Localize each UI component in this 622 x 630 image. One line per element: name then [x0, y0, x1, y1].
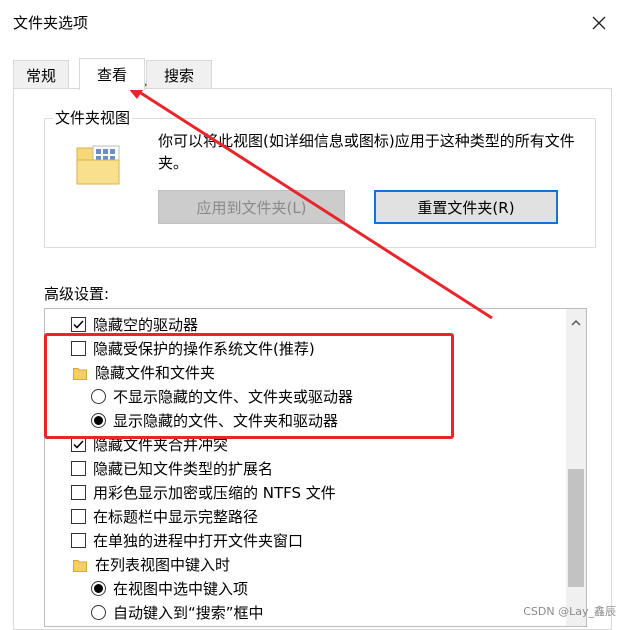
checkbox-option[interactable]: 隐藏空的驱动器	[71, 312, 198, 336]
option-label: 在视图中选中键入项	[113, 579, 249, 598]
tab-search[interactable]: 搜索	[146, 60, 212, 89]
checkmark-icon	[73, 439, 84, 449]
reset-folders-button[interactable]: 重置文件夹(R)	[374, 190, 558, 224]
close-icon	[592, 16, 606, 30]
option-label: 在标题栏中显示完整路径	[93, 507, 259, 526]
folder-icon	[73, 366, 87, 380]
checkbox-option[interactable]: 在单独的进程中打开文件夹窗口	[71, 528, 303, 552]
title-bar: 文件夹选项	[0, 0, 622, 46]
radio-option[interactable]: 不显示隐藏的文件、文件夹或驱动器	[91, 384, 353, 408]
folder-view-legend: 文件夹视图	[53, 107, 133, 128]
option-label: 在列表视图中键入时	[95, 555, 231, 574]
scroll-up-button[interactable]	[566, 313, 586, 333]
checkbox-unchecked[interactable]	[71, 460, 86, 476]
checkbox-unchecked[interactable]	[71, 532, 86, 548]
tab-view[interactable]: 查看	[79, 58, 145, 90]
chevron-up-icon	[571, 320, 581, 326]
checkbox-option[interactable]: 在标题栏中显示完整路径	[71, 504, 258, 528]
option-label: 隐藏空的驱动器	[93, 315, 199, 334]
option-label: 隐藏文件和文件夹	[95, 363, 216, 382]
tab-general[interactable]: 常规	[13, 60, 69, 89]
checkbox-option[interactable]: 隐藏已知文件类型的扩展名	[71, 456, 273, 480]
tab-strip: 常规 查看 搜索	[13, 58, 613, 90]
checkbox-unchecked[interactable]	[71, 340, 86, 356]
radio-option[interactable]: 在视图中选中键入项	[91, 576, 248, 600]
checkbox-checked[interactable]	[71, 316, 86, 332]
radio-selected[interactable]	[91, 412, 106, 428]
checkbox-option[interactable]: 隐藏受保护的操作系统文件(推荐)	[71, 336, 315, 360]
radio-option[interactable]: 显示隐藏的文件、文件夹和驱动器	[91, 408, 338, 432]
watermark: CSDN @Lay_鑫辰	[523, 605, 616, 618]
advanced-settings-list[interactable]: 隐藏空的驱动器隐藏受保护的操作系统文件(推荐) 隐藏文件和文件夹不显示隐藏的文件、…	[44, 308, 587, 627]
apply-to-folders-button[interactable]: 应用到文件夹(L)	[158, 190, 345, 224]
checkbox-checked[interactable]	[71, 436, 86, 452]
radio-dot	[94, 415, 103, 425]
folder-view-description: 你可以将此视图(如详细信息或图标)应用于这种类型的所有文件夹。	[158, 132, 575, 172]
scroll-thumb[interactable]	[568, 469, 584, 587]
settings-group-header: 在列表视图中键入时	[73, 552, 230, 576]
option-label: 在单独的进程中打开文件夹窗口	[93, 531, 304, 550]
advanced-settings-label: 高级设置:	[44, 285, 110, 303]
settings-group-header: 隐藏文件和文件夹	[73, 360, 215, 384]
checkbox-option[interactable]: 用彩色显示加密或压缩的 NTFS 文件	[71, 480, 336, 504]
radio-unselected[interactable]	[91, 388, 106, 404]
checkbox-option[interactable]: 隐藏文件夹合并冲突	[71, 432, 228, 456]
folder-view-icon	[76, 145, 120, 185]
option-label: 用彩色显示加密或压缩的 NTFS 文件	[93, 483, 336, 502]
option-label: 隐藏受保护的操作系统文件(推荐)	[93, 339, 315, 358]
option-label: 自动键入到“搜索”框中	[113, 603, 264, 622]
folder-icon	[73, 558, 87, 572]
vertical-scrollbar[interactable]	[566, 309, 586, 626]
checkbox-unchecked[interactable]	[71, 484, 86, 500]
radio-unselected[interactable]	[91, 604, 106, 620]
radio-dot	[94, 583, 103, 593]
radio-selected[interactable]	[91, 580, 106, 596]
option-label: 隐藏已知文件类型的扩展名	[93, 459, 274, 478]
checkbox-unchecked[interactable]	[71, 508, 86, 524]
close-button[interactable]	[584, 8, 614, 38]
window-title: 文件夹选项	[13, 14, 89, 32]
option-label: 显示隐藏的文件、文件夹和驱动器	[113, 411, 339, 430]
option-label: 隐藏文件夹合并冲突	[93, 435, 229, 454]
checkmark-icon	[73, 319, 84, 329]
option-label: 不显示隐藏的文件、文件夹或驱动器	[113, 387, 354, 406]
radio-option[interactable]: 自动键入到“搜索”框中	[91, 600, 264, 624]
